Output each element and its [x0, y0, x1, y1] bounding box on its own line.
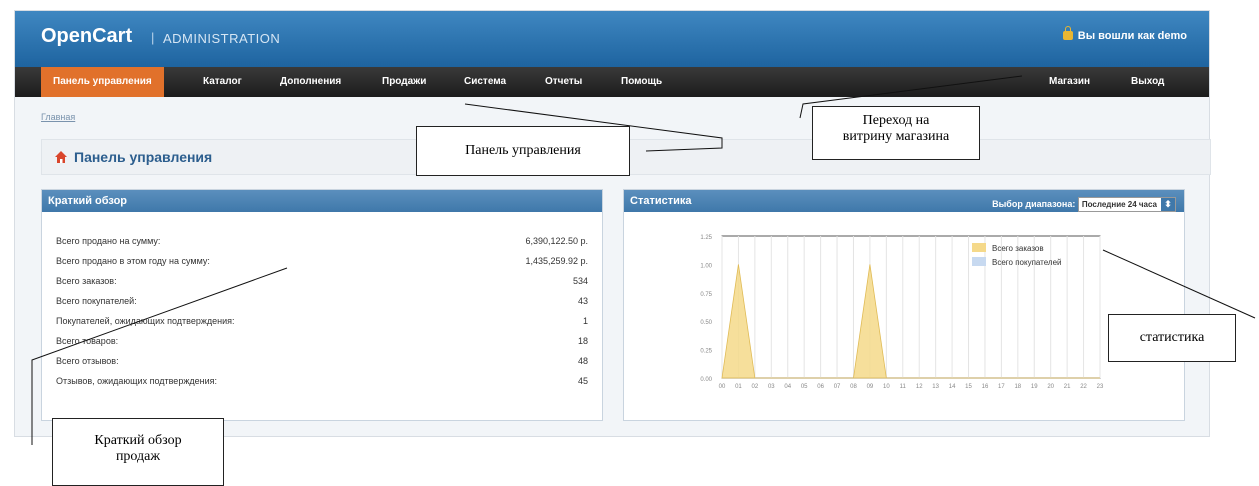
- annotation-lines: [31, 75, 1256, 445]
- annotation-store-text1: Переход на: [862, 113, 930, 128]
- annotation-stats-label: статистика: [1108, 314, 1236, 362]
- annotation-overview-label: Краткий обзор продаж: [52, 418, 224, 486]
- annotation-panel-label: Панель управления: [416, 126, 630, 176]
- annotation-panel-text: Панель управления: [465, 143, 581, 158]
- annotation-overview-text2: продаж: [115, 449, 161, 464]
- annotation-overview-text1: Краткий обзор: [94, 433, 182, 448]
- annotation-stats-pointer: [1102, 249, 1256, 319]
- annotation-store-label: Переход на витрину магазина: [812, 106, 980, 160]
- annotation-store-text2: витрину магазина: [842, 129, 950, 144]
- annotation-stats-text: статистика: [1139, 330, 1205, 345]
